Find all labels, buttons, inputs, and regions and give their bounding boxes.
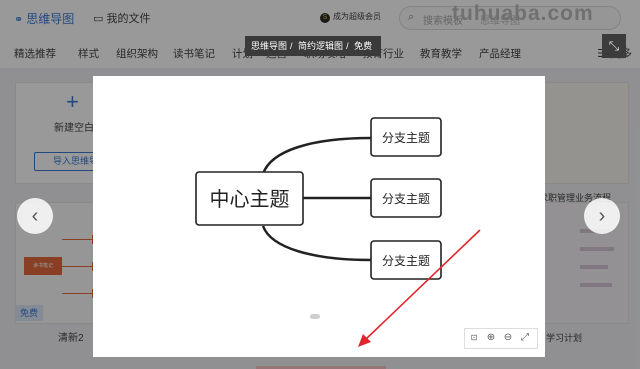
breadcrumb-item[interactable]: 思维导图 [251, 41, 287, 51]
zoom-toolbar: ⊡ ⊕ ⊖ ⤢ [464, 328, 538, 349]
page-indicator[interactable] [310, 314, 320, 319]
breadcrumb-item[interactable]: 简约逻辑图 [298, 41, 343, 51]
branch-connector [261, 136, 372, 175]
branch-topic: 分支主题 [382, 254, 430, 268]
zoom-in-icon[interactable]: ⊕ [484, 331, 498, 345]
collapse-icon: ⤡ [608, 38, 620, 53]
branch-topic: 分支主题 [382, 131, 430, 145]
central-topic: 中心主题 [210, 187, 290, 211]
preview-modal: 中心主题 分支主题 分支主题 分支主题 ⊡ ⊕ ⊖ ⤢ [93, 76, 545, 357]
breadcrumb: 思维导图 / 简约逻辑图 / 免费 [245, 36, 382, 56]
breadcrumb-item: 免费 [354, 41, 373, 51]
branch-connector [261, 225, 372, 262]
breadcrumb-separator: / [290, 41, 293, 51]
next-button[interactable]: › [584, 198, 620, 234]
prev-button[interactable]: ‹ [17, 198, 53, 234]
fullscreen-icon[interactable]: ⤢ [518, 331, 532, 345]
zoom-out-icon[interactable]: ⊖ [501, 331, 515, 345]
chevron-right-icon: › [598, 205, 606, 227]
chevron-left-icon: ‹ [31, 205, 39, 227]
breadcrumb-separator: / [346, 41, 349, 51]
fit-icon[interactable]: ⊡ [467, 331, 481, 345]
collapse-button[interactable]: ⤡ [602, 34, 626, 58]
branch-topic: 分支主题 [382, 192, 430, 206]
